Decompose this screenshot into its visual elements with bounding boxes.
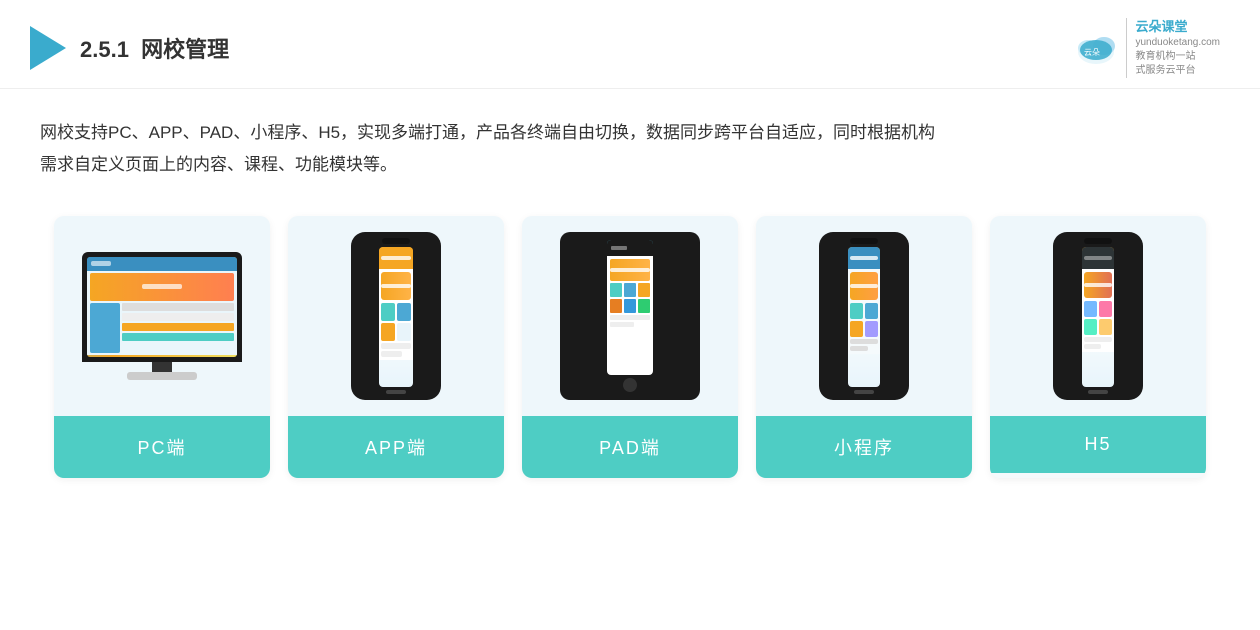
- logo-triangle-icon: [30, 26, 66, 70]
- header: 2.5.1 网校管理 云朵 云朵课堂 yunduoketang.com 教育机构…: [0, 0, 1260, 89]
- card-mini: 小程序: [756, 216, 972, 478]
- tablet-home-btn: [623, 378, 637, 392]
- brand-text: 云朵课堂 yunduoketang.com 教育机构一站 式服务云平台: [1126, 18, 1220, 78]
- pc-neck: [152, 362, 172, 372]
- brand-cloud-icon: 云朵: [1074, 30, 1118, 66]
- page: 2.5.1 网校管理 云朵 云朵课堂 yunduoketang.com 教育机构…: [0, 0, 1260, 630]
- card-h5: H5: [990, 216, 1206, 478]
- h5-phone-screen: [1082, 247, 1114, 387]
- mini-phone-screen: [848, 247, 880, 387]
- card-h5-image: [990, 216, 1206, 416]
- card-app-image: [288, 216, 504, 416]
- pc-screen: [87, 257, 237, 357]
- card-app: APP端: [288, 216, 504, 478]
- card-pad: PAD端: [522, 216, 738, 478]
- h5-phone-notch: [1084, 238, 1112, 244]
- mini-phone-notch: [850, 238, 878, 244]
- cards-section: PC端: [0, 192, 1260, 508]
- card-pc: PC端: [54, 216, 270, 478]
- svg-text:云朵: 云朵: [1084, 48, 1100, 57]
- description-line2: 需求自定义页面上的内容、课程、功能模块等。: [40, 149, 1220, 181]
- mini-phone-mockup: [819, 232, 909, 400]
- pad-tablet-mockup: [560, 232, 700, 400]
- card-mini-image: [756, 216, 972, 416]
- description-line1: 网校支持PC、APP、PAD、小程序、H5，实现多端打通，产品各终端自由切换，数…: [40, 117, 1220, 149]
- card-pc-label: PC端: [54, 416, 270, 478]
- h5-phone-mockup: [1053, 232, 1143, 400]
- card-pad-image: [522, 216, 738, 416]
- phone-home-btn: [386, 390, 406, 394]
- header-left: 2.5.1 网校管理: [30, 26, 229, 70]
- brand-logo: 云朵 云朵课堂 yunduoketang.com 教育机构一站 式服务云平台: [1074, 18, 1220, 78]
- pc-stand: [127, 372, 197, 380]
- card-mini-label: 小程序: [756, 416, 972, 478]
- h5-phone-home-btn: [1088, 390, 1108, 394]
- card-pc-image: [54, 216, 270, 416]
- card-app-label: APP端: [288, 416, 504, 478]
- tablet-screen: [607, 240, 653, 375]
- card-h5-label: H5: [990, 416, 1206, 473]
- card-pad-label: PAD端: [522, 416, 738, 478]
- mini-phone-home-btn: [854, 390, 874, 394]
- page-title: 2.5.1 网校管理: [80, 32, 229, 64]
- description-block: 网校支持PC、APP、PAD、小程序、H5，实现多端打通，产品各终端自由切换，数…: [0, 89, 1260, 192]
- phone-screen: [379, 247, 413, 387]
- pc-monitor: [82, 252, 242, 362]
- phone-notch: [382, 238, 410, 244]
- pc-mockup: [82, 252, 242, 380]
- app-phone-mockup: [351, 232, 441, 400]
